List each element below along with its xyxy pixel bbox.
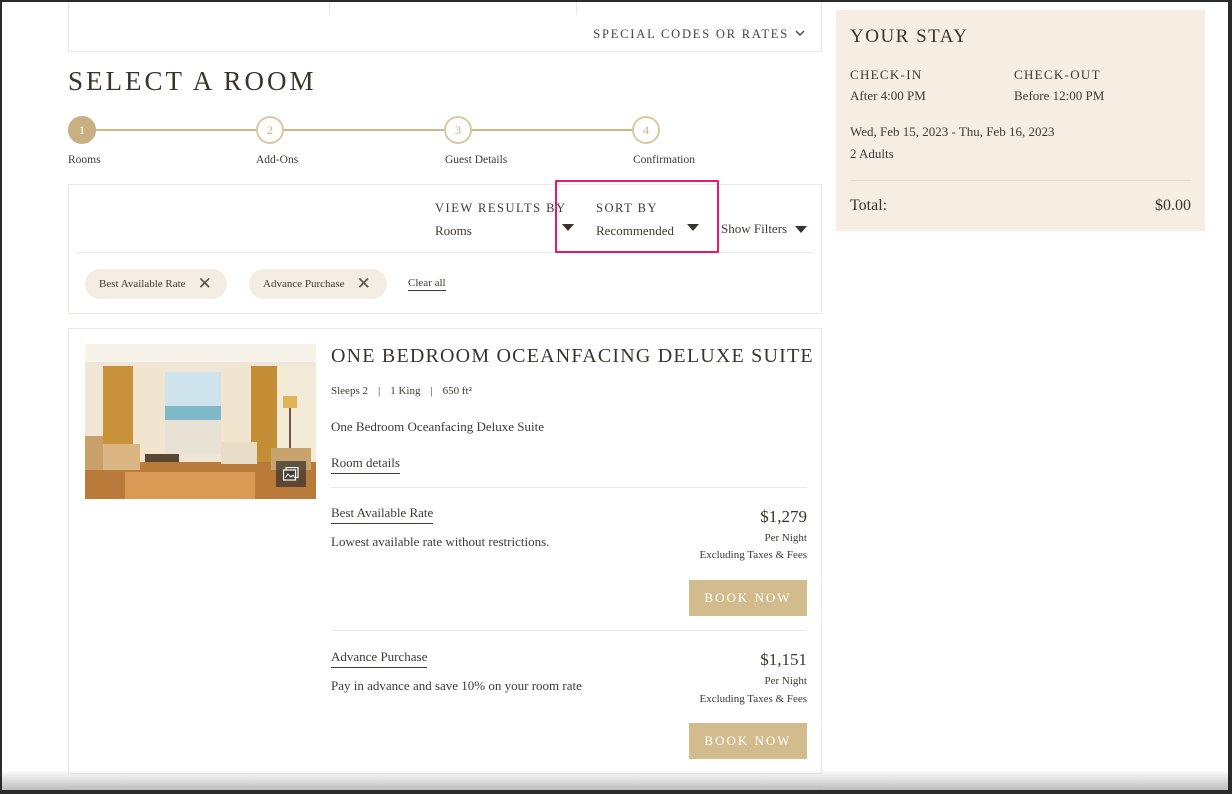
- step-1-label: Rooms: [68, 154, 101, 166]
- results-filter-bar: VIEW RESULTS BY Rooms SORT BY Recommende…: [68, 184, 822, 314]
- sort-by-value: Recommended: [596, 223, 674, 238]
- chip-label: Best Available Rate: [99, 278, 186, 290]
- stay-dates: Wed, Feb 15, 2023 - Thu, Feb 16, 2023: [850, 124, 1055, 139]
- your-stay-panel: YOUR STAY CHECK-IN After 4:00 PM CHECK-O…: [836, 10, 1205, 231]
- rate-per-night: Per Night: [764, 675, 807, 687]
- rate-price: $1,151: [760, 650, 807, 669]
- checkout-value: Before 12:00 PM: [1014, 88, 1105, 103]
- close-icon[interactable]: ✕: [357, 275, 371, 293]
- total-value: $0.00: [1155, 197, 1191, 214]
- room-description: One Bedroom Oceanfacing Deluxe Suite: [331, 419, 544, 434]
- caret-down-icon: [795, 225, 808, 233]
- room-size: 650 ft²: [442, 385, 472, 397]
- rate-excluding-taxes: Excluding Taxes & Fees: [699, 693, 807, 705]
- caret-down-icon[interactable]: [687, 224, 699, 231]
- divider: [77, 252, 813, 253]
- booking-stepper: 1 2 3 4 Rooms Add-Ons Guest Details Conf…: [68, 116, 708, 172]
- chip-label: Advance Purchase: [263, 278, 345, 290]
- divider: [576, 2, 577, 15]
- bottom-fade: [2, 770, 1228, 790]
- divider: [331, 487, 807, 488]
- step-3-label: Guest Details: [445, 154, 508, 166]
- room-sleeps: Sleeps 2: [331, 385, 368, 397]
- rate-per-night: Per Night: [764, 532, 807, 544]
- step-3-circle[interactable]: 3: [444, 116, 472, 144]
- step-connector: [96, 129, 256, 131]
- step-connector: [472, 129, 632, 131]
- view-results-label: VIEW RESULTS BY: [435, 201, 567, 215]
- page-title: SELECT A ROOM: [68, 66, 317, 96]
- special-codes-toggle[interactable]: SPECIAL CODES OR RATES: [593, 27, 805, 42]
- checkin-value: After 4:00 PM: [850, 88, 926, 103]
- step-2-label: Add-Ons: [256, 154, 299, 166]
- room-card: ONE BEDROOM OCEANFACING DELUXE SUITE Sle…: [68, 328, 822, 774]
- view-results-dropdown[interactable]: VIEW RESULTS BY Rooms: [435, 201, 567, 239]
- step-2-circle[interactable]: 2: [256, 116, 284, 144]
- special-codes-label: SPECIAL CODES OR RATES: [593, 27, 789, 41]
- filter-chip-best-available-rate[interactable]: Best Available Rate ✕: [85, 269, 227, 299]
- search-summary: SPECIAL CODES OR RATES: [68, 2, 822, 52]
- stay-guests: 2 Adults: [850, 146, 894, 161]
- gallery-icon[interactable]: [276, 461, 306, 487]
- rate-description: Pay in advance and save 10% on your room…: [331, 678, 582, 693]
- step-connector: [284, 129, 444, 131]
- divider: [329, 2, 330, 15]
- your-stay-title: YOUR STAY: [850, 26, 969, 47]
- rate-description: Lowest available rate without restrictio…: [331, 534, 550, 549]
- caret-down-icon[interactable]: [562, 224, 574, 231]
- clear-all-link[interactable]: Clear all: [408, 277, 446, 291]
- show-filters-button[interactable]: Show Filters: [721, 221, 808, 237]
- rate-price: $1,279: [760, 507, 807, 526]
- room-meta: Sleeps 2 | 1 King | 650 ft²: [331, 385, 472, 397]
- browser-viewport: SPECIAL CODES OR RATES SELECT A ROOM 1 2…: [2, 2, 1228, 790]
- checkin-label: CHECK-IN: [850, 67, 923, 82]
- book-now-button[interactable]: BOOK NOW: [689, 723, 807, 759]
- chevron-down-icon: [795, 29, 805, 40]
- step-4-label: Confirmation: [633, 154, 695, 166]
- filter-chip-advance-purchase[interactable]: Advance Purchase ✕: [249, 269, 387, 299]
- sort-by-label: SORT BY: [596, 201, 658, 215]
- rate-name-link[interactable]: Best Available Rate: [331, 505, 434, 524]
- step-4-circle[interactable]: 4: [632, 116, 660, 144]
- room-title: ONE BEDROOM OCEANFACING DELUXE SUITE: [331, 345, 814, 367]
- divider: [850, 180, 1191, 181]
- room-details-link[interactable]: Room details: [331, 455, 400, 474]
- show-filters-label: Show Filters: [721, 221, 788, 236]
- sort-by-dropdown[interactable]: SORT BY Recommended: [596, 201, 674, 239]
- room-photo[interactable]: [85, 344, 316, 499]
- close-icon[interactable]: ✕: [198, 275, 212, 293]
- view-results-value: Rooms: [435, 223, 472, 238]
- rate-excluding-taxes: Excluding Taxes & Fees: [699, 549, 807, 561]
- room-bed: 1 King: [390, 385, 421, 397]
- book-now-button[interactable]: BOOK NOW: [689, 580, 807, 616]
- divider: [331, 630, 807, 631]
- step-1-circle[interactable]: 1: [68, 116, 96, 144]
- total-label: Total:: [850, 197, 888, 214]
- checkout-label: CHECK-OUT: [1014, 67, 1101, 82]
- rate-name-link[interactable]: Advance Purchase: [331, 649, 428, 668]
